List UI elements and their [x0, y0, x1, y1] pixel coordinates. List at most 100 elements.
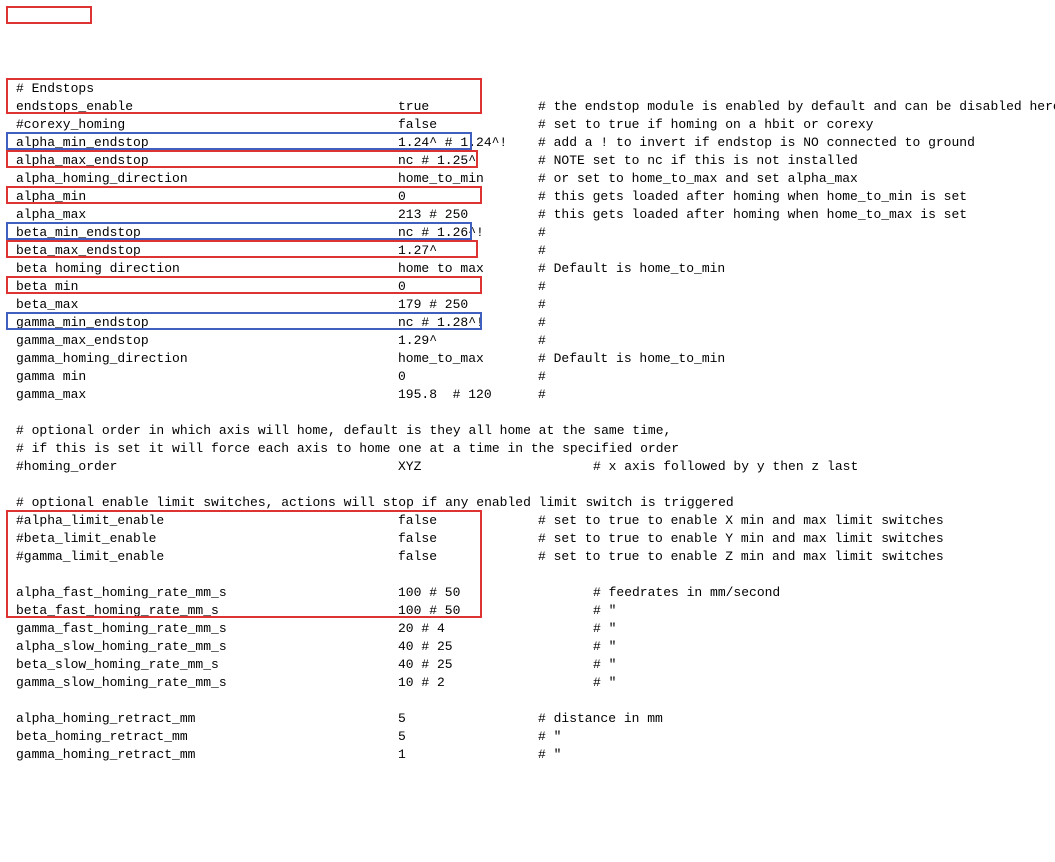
config-key: beta_max — [16, 296, 78, 314]
config-line: gamma_homing_retract_mm 1 # " — [8, 746, 1047, 764]
config-key: alpha_min — [16, 188, 86, 206]
config-line: gamma min 0 # — [8, 368, 1047, 386]
config-line: gamma_slow_homing_rate_mm_s10 # 2# " — [8, 674, 1047, 692]
config-comment: # — [538, 224, 546, 242]
config-comment: # this gets loaded after homing when hom… — [538, 206, 967, 224]
config-key: beta min — [16, 278, 78, 296]
config-comment: # x axis followed by y then z last — [593, 458, 858, 476]
config-key: # Endstops — [16, 80, 94, 98]
config-line: alpha_max_endstopnc # 1.25^# NOTE set to… — [8, 152, 1047, 170]
config-comment: # " — [538, 746, 561, 764]
config-line: # if this is set it will force each axis… — [8, 440, 1047, 458]
config-line: #corexy_homing false # set to true if homi… — [8, 116, 1047, 134]
config-line: alpha_homing_retract_mm5# distance in mm — [8, 710, 1047, 728]
config-comment: # this gets loaded after homing when hom… — [538, 188, 967, 206]
config-line: # optional enable limit switches, action… — [8, 494, 1047, 512]
config-comment: # the endstop module is enabled by defau… — [538, 98, 1055, 116]
config-line: gamma_min_endstopnc # 1.28^!# — [8, 314, 1047, 332]
config-value: 10 # 2 — [398, 674, 445, 692]
config-key: # if this is set it will force each axis… — [16, 440, 679, 458]
config-value: 40 # 25 — [398, 638, 453, 656]
config-line: alpha_max 213 # 250 # this gets loaded aft… — [8, 206, 1047, 224]
config-comment: # set to true to enable X min and max li… — [538, 512, 944, 530]
config-key: gamma_max_endstop — [16, 332, 149, 350]
config-value: true — [398, 98, 429, 116]
config-line: alpha_homing_directionhome_to_min# or se… — [8, 170, 1047, 188]
config-value: false — [398, 116, 437, 134]
config-key: gamma min — [16, 368, 86, 386]
config-key: gamma_max — [16, 386, 86, 404]
config-line: # optional order in which axis will home… — [8, 422, 1047, 440]
config-text: # Endstopsendstops_enabletrue# the endst… — [8, 80, 1047, 764]
config-comment: # " — [593, 638, 616, 656]
config-value: false — [398, 548, 437, 566]
config-line: gamma_homing_direction home_to_max # Defau… — [8, 350, 1047, 368]
config-key: gamma_homing_direction — [16, 350, 188, 368]
config-key: gamma_fast_homing_rate_mm_s — [16, 620, 227, 638]
config-key: beta_homing_retract_mm — [16, 728, 188, 746]
config-line: beta_homing_retract_mm5# " — [8, 728, 1047, 746]
config-line: gamma_max195.8 # 120# — [8, 386, 1047, 404]
config-value: 0 — [398, 188, 406, 206]
config-line: beta_slow_homing_rate_mm_s40 # 25# " — [8, 656, 1047, 674]
config-key: beta_max_endstop — [16, 242, 141, 260]
config-comment: # — [538, 296, 546, 314]
config-value: 1.27^ — [398, 242, 437, 260]
config-comment: # Default is home_to_min — [538, 260, 725, 278]
config-value: false — [398, 512, 437, 530]
config-value: 213 # 250 — [398, 206, 468, 224]
config-comment: # NOTE set to nc if this is not installe… — [538, 152, 858, 170]
config-value: 1 — [398, 746, 406, 764]
config-key: alpha_slow_homing_rate_mm_s — [16, 638, 227, 656]
config-comment: # " — [538, 728, 561, 746]
config-line: beta_max 179 # 250 # — [8, 296, 1047, 314]
config-value: false — [398, 530, 437, 548]
config-line: #beta_limit_enable false # set to true to … — [8, 530, 1047, 548]
config-comment: # — [538, 314, 546, 332]
config-comment: # " — [593, 620, 616, 638]
config-value: 0 — [398, 368, 406, 386]
highlight-box — [6, 6, 92, 24]
config-line — [8, 476, 1047, 494]
config-line: alpha_fast_homing_rate_mm_s100 # 50# fee… — [8, 584, 1047, 602]
config-value: nc # 1.28^! — [398, 314, 484, 332]
config-value: 40 # 25 — [398, 656, 453, 674]
config-line: # Endstops — [8, 80, 1047, 98]
config-comment: # " — [593, 602, 616, 620]
config-comment: # — [538, 368, 546, 386]
config-line: #alpha_limit_enable false # set to true to… — [8, 512, 1047, 530]
config-key: #beta_limit_enable — [16, 530, 156, 548]
config-key: alpha_max — [16, 206, 86, 224]
config-line: beta_max_endstop 1.27^ # — [8, 242, 1047, 260]
config-comment: # set to true if homing on a hbit or cor… — [538, 116, 873, 134]
config-comment: # — [538, 242, 546, 260]
config-key: gamma_homing_retract_mm — [16, 746, 195, 764]
config-comment: # Default is home_to_min — [538, 350, 725, 368]
config-line: beta homing directionhome to max# Defaul… — [8, 260, 1047, 278]
config-comment: # — [538, 278, 546, 296]
config-key: # optional enable limit switches, action… — [16, 494, 734, 512]
config-value: nc # 1.25^ — [398, 152, 476, 170]
config-value: 1.24^ # 1.24^! — [398, 134, 507, 152]
config-key: #gamma_limit_enable — [16, 548, 164, 566]
config-line — [8, 566, 1047, 584]
config-comment: # — [538, 386, 546, 404]
config-value: nc # 1.26^! — [398, 224, 484, 242]
config-line: gamma_max_endstop1.29^# — [8, 332, 1047, 350]
config-comment: # set to true to enable Y min and max li… — [538, 530, 944, 548]
config-key: beta homing direction — [16, 260, 180, 278]
config-comment: # add a ! to invert if endstop is NO con… — [538, 134, 975, 152]
config-value: 179 # 250 — [398, 296, 468, 314]
config-line: alpha_min_endstop1.24^ # 1.24^!# add a !… — [8, 134, 1047, 152]
config-key: alpha_fast_homing_rate_mm_s — [16, 584, 227, 602]
config-key: alpha_homing_retract_mm — [16, 710, 195, 728]
config-key: gamma_slow_homing_rate_mm_s — [16, 674, 227, 692]
config-value: home_to_max — [398, 350, 484, 368]
config-comment: # — [538, 332, 546, 350]
config-key: beta_min_endstop — [16, 224, 141, 242]
config-comment: # distance in mm — [538, 710, 663, 728]
config-key: endstops_enable — [16, 98, 133, 116]
config-key: #homing_order — [16, 458, 117, 476]
config-key: #alpha_limit_enable — [16, 512, 164, 530]
config-key: #corexy_homing — [16, 116, 125, 134]
